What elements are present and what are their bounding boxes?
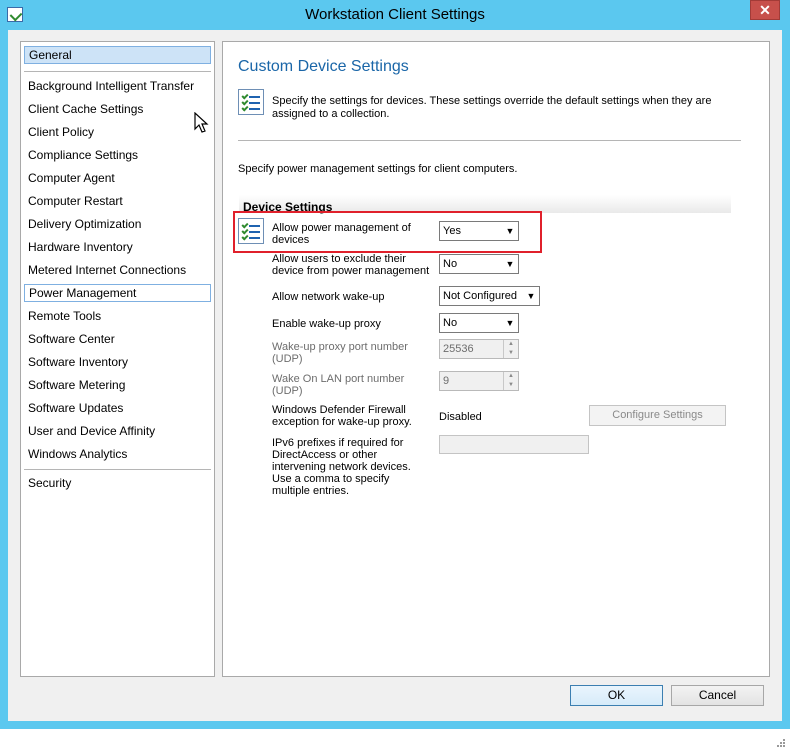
dialog-body: General Background Intelligent Transfer … (8, 30, 785, 747)
firewall-exception-label: Windows Defender Firewall exception for … (272, 404, 412, 428)
spin-up-icon[interactable]: ▲ (504, 340, 518, 349)
nav-item-software-center[interactable]: Software Center (24, 330, 211, 348)
ipv6-prefixes-label: IPv6 prefixes if required for DirectAcce… (272, 437, 411, 497)
wol-port-spinner[interactable]: 9 ▲ ▼ (439, 371, 519, 391)
mouse-cursor-icon (194, 112, 209, 133)
page-title: Custom Device Settings (238, 58, 409, 75)
nav-item-security[interactable]: Security (24, 474, 211, 492)
settings-checklist-icon (238, 218, 266, 246)
allow-exclude-label: Allow users to exclude their device from… (272, 253, 430, 277)
cancel-button[interactable]: Cancel (671, 685, 764, 706)
settings-nav-list: General Background Intelligent Transfer … (20, 41, 215, 677)
nav-item-delivery-optimization[interactable]: Delivery Optimization (24, 215, 211, 233)
proxy-port-spinner[interactable]: 25536 ▲ ▼ (439, 339, 519, 359)
power-description: Specify power management settings for cl… (238, 163, 518, 175)
nav-item-windows-analytics[interactable]: Windows Analytics (24, 445, 211, 463)
nav-item-software-updates[interactable]: Software Updates (24, 399, 211, 417)
chevron-down-icon: ▼ (505, 318, 515, 328)
nav-item-client-policy[interactable]: Client Policy (24, 123, 211, 141)
settings-panel: Custom Device Settings Specify the setti… (222, 41, 770, 677)
chevron-down-icon: ▼ (505, 226, 515, 236)
ok-button[interactable]: OK (570, 685, 663, 706)
title-bar[interactable]: Workstation Client Settings ✕ (0, 0, 790, 30)
page-description: Specify the settings for devices. These … (272, 95, 712, 120)
enable-wakeup-proxy-value: No (443, 317, 458, 329)
allow-power-management-value: Yes (443, 225, 461, 237)
window-frame: Workstation Client Settings ✕ General Ba… (0, 0, 790, 747)
nav-item-metered-internet-connections[interactable]: Metered Internet Connections (24, 261, 211, 279)
allow-exclude-value: No (443, 258, 458, 270)
nav-item-power-management[interactable]: Power Management (24, 284, 211, 302)
nav-item-hardware-inventory[interactable]: Hardware Inventory (24, 238, 211, 256)
nav-item-remote-tools[interactable]: Remote Tools (24, 307, 211, 325)
firewall-exception-value: Disabled (439, 411, 482, 423)
allow-exclude-select[interactable]: No ▼ (439, 254, 519, 274)
nav-divider (24, 469, 211, 470)
settings-checklist-icon (238, 89, 266, 117)
nav-divider (24, 71, 211, 72)
spin-down-icon[interactable]: ▼ (504, 349, 518, 358)
allow-power-management-select[interactable]: Yes ▼ (439, 221, 519, 241)
chevron-down-icon: ▼ (526, 291, 536, 301)
nav-item-background-intelligent-transfer[interactable]: Background Intelligent Transfer (24, 77, 211, 95)
nav-item-software-inventory[interactable]: Software Inventory (24, 353, 211, 371)
ipv6-prefixes-input[interactable] (439, 435, 589, 454)
nav-item-computer-agent[interactable]: Computer Agent (24, 169, 211, 187)
chevron-down-icon: ▼ (505, 259, 515, 269)
allow-power-management-label: Allow power management of devices (272, 222, 411, 246)
proxy-port-value: 25536 (443, 343, 474, 355)
resize-grip-icon[interactable] (776, 738, 786, 748)
window-title: Workstation Client Settings (305, 6, 485, 23)
allow-network-wakeup-label: Allow network wake-up (272, 291, 385, 303)
nav-item-software-metering[interactable]: Software Metering (24, 376, 211, 394)
nav-item-user-and-device-affinity[interactable]: User and Device Affinity (24, 422, 211, 440)
wol-port-value: 9 (443, 375, 450, 387)
nav-item-general[interactable]: General (24, 46, 211, 64)
nav-item-client-cache-settings[interactable]: Client Cache Settings (24, 100, 211, 118)
close-button[interactable]: ✕ (750, 0, 780, 20)
allow-network-wakeup-select[interactable]: Not Configured ▼ (439, 286, 540, 306)
nav-item-compliance-settings[interactable]: Compliance Settings (24, 146, 211, 164)
separator (238, 140, 741, 141)
enable-wakeup-proxy-label: Enable wake-up proxy (272, 318, 381, 330)
nav-item-computer-restart[interactable]: Computer Restart (24, 192, 211, 210)
proxy-port-label: Wake-up proxy port number (UDP) (272, 341, 408, 365)
spin-up-icon[interactable]: ▲ (504, 372, 518, 381)
wol-port-label: Wake On LAN port number (UDP) (272, 373, 405, 397)
configure-settings-button[interactable]: Configure Settings (589, 405, 726, 426)
allow-network-wakeup-value: Not Configured (443, 290, 517, 302)
enable-wakeup-proxy-select[interactable]: No ▼ (439, 313, 519, 333)
spin-down-icon[interactable]: ▼ (504, 381, 518, 390)
